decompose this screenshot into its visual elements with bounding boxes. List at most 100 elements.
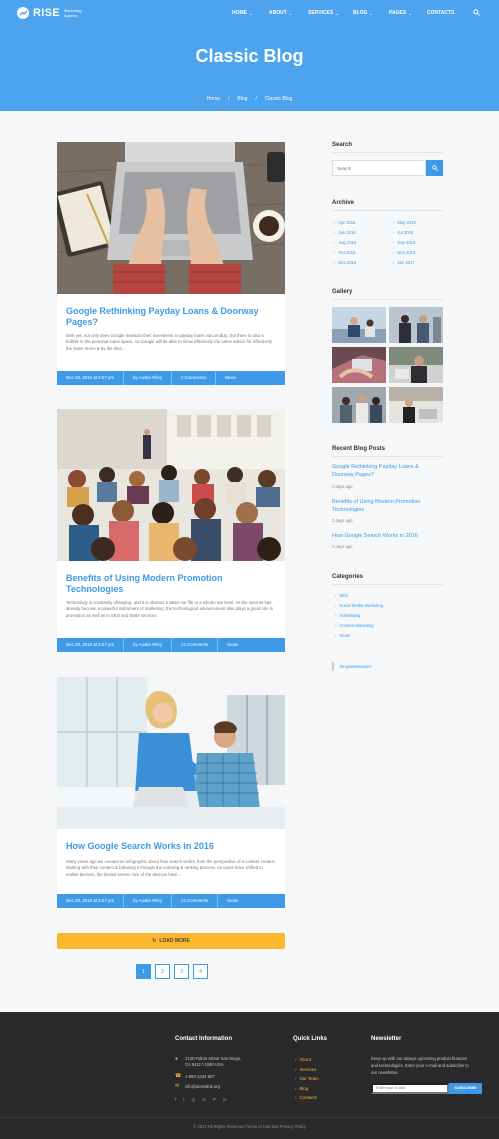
category-link[interactable]: SEO <box>335 593 348 598</box>
archive-link[interactable]: Sep 2016 <box>393 240 415 245</box>
footer-divider <box>0 1117 499 1118</box>
search-icon[interactable] <box>473 9 480 18</box>
breadcrumb-current: Classic Blog <box>264 96 293 102</box>
quick-link[interactable]: Our Team <box>299 1076 318 1081</box>
nav-label: SERVICES <box>308 10 334 16</box>
gallery-thumbnail[interactable] <box>389 347 443 383</box>
archive-link[interactable]: Aug 2016 <box>334 240 356 245</box>
google-plus-icon[interactable]: G <box>202 1097 206 1103</box>
quick-link[interactable]: Contacts <box>299 1095 316 1100</box>
recent-post-link[interactable]: Benefits of Using Modern Promotion Techn… <box>332 499 442 514</box>
nav-item-contacts[interactable]: CONTACTS <box>427 10 454 16</box>
archive-link[interactable]: Oct 2016 <box>334 250 355 255</box>
site-footer <box>0 1012 499 1139</box>
copyright-text: © 2017 All Rights Reserved Terms of Use … <box>193 1124 306 1129</box>
nav-item-services[interactable]: SERVICES ⌄ <box>308 10 353 16</box>
category-link[interactable]: Advertising <box>335 613 360 618</box>
quick-link[interactable]: Services <box>299 1067 316 1072</box>
search-button[interactable] <box>426 160 443 176</box>
archive-link[interactable]: Dec 2016 <box>334 260 356 265</box>
quick-link[interactable]: Blog <box>299 1086 308 1091</box>
gallery-thumbnail[interactable] <box>332 387 386 423</box>
post-meta-bar: Dec 28, 2016 at 5:57 pm by Austin Riley … <box>57 894 285 908</box>
instagram-icon[interactable]: ◎ <box>192 1097 196 1103</box>
category-link[interactable]: Content Marketing <box>335 623 373 628</box>
post-category[interactable]: News <box>216 371 245 385</box>
subscribe-button[interactable]: SUBSCRIBE <box>449 1083 482 1094</box>
page-button-3[interactable]: 3 <box>174 964 189 979</box>
archive-link[interactable]: Nov 2016 <box>393 250 415 255</box>
chevron-down-icon: ⌄ <box>288 10 293 16</box>
archive-link[interactable]: Jan 2017 <box>393 260 414 265</box>
page-button-4[interactable]: 4 <box>193 964 208 979</box>
gallery-thumbnail[interactable] <box>389 387 443 423</box>
nav-item-home[interactable]: HOME ⌄ <box>232 10 269 16</box>
sidebar-heading-gallery: Gallery <box>332 289 353 295</box>
post-image-audience[interactable] <box>57 409 285 561</box>
divider <box>332 210 443 211</box>
gallery-thumbnail[interactable] <box>332 307 386 343</box>
post-author[interactable]: by Austin Riley <box>124 894 172 908</box>
post-title[interactable]: Benefits of Using Modern Promotion Techn… <box>57 573 285 595</box>
newsletter-email-input[interactable] <box>371 1083 449 1094</box>
chevron-down-icon: ⌄ <box>249 10 253 16</box>
breadcrumb-separator: / <box>228 96 230 102</box>
post-author[interactable]: by Austin Riley <box>124 638 172 652</box>
post-category[interactable]: News <box>218 894 247 908</box>
post-author[interactable]: by Austin Riley <box>124 371 172 385</box>
nav-label: PAGES <box>389 10 407 16</box>
post-title[interactable]: Google Rethinking Payday Loans & Doorway… <box>57 306 285 328</box>
archive-link[interactable]: May 2016 <box>393 220 415 225</box>
search-input[interactable] <box>332 160 426 176</box>
contact-phone[interactable]: 1-800-1234-567 <box>185 1074 215 1080</box>
gallery-thumbnail[interactable] <box>389 307 443 343</box>
post-comments[interactable]: 12 Comments <box>172 894 219 908</box>
load-more-button[interactable]: ↻ LOAD MORE <box>57 933 285 949</box>
nav-item-blog[interactable]: BLOG ⌄ <box>353 10 389 16</box>
newsletter-text-line1: Keep up with our always upcoming product… <box>371 1056 468 1061</box>
nav-item-pages[interactable]: PAGES ⌄ <box>389 10 427 16</box>
divider <box>332 152 443 153</box>
category-link[interactable]: News <box>335 633 349 638</box>
category-link[interactable]: Social Media Marketing <box>335 603 383 608</box>
page-button-2[interactable]: 2 <box>155 964 170 979</box>
post-comments[interactable]: 2 Comments <box>172 371 216 385</box>
facebook-icon[interactable]: f <box>175 1097 176 1103</box>
phone-icon: ☎ <box>175 1073 182 1079</box>
recent-post-date: 2 days ago <box>332 518 353 523</box>
sidebar-heading-search: Search <box>332 142 353 148</box>
archive-link[interactable]: Jul 2016 <box>393 230 413 235</box>
archive-link[interactable]: Jun 2016 <box>334 230 355 235</box>
contact-email[interactable]: info@demolink.org <box>185 1084 220 1090</box>
linkedin-icon[interactable]: in <box>223 1097 227 1103</box>
logo-mark-icon <box>17 7 29 19</box>
load-more-label: LOAD MORE <box>159 938 190 944</box>
logo[interactable]: RISE Marketing Agency <box>17 7 90 19</box>
pinterest-icon[interactable]: P <box>213 1097 216 1103</box>
post-image-laptop[interactable] <box>57 142 285 294</box>
breadcrumb-home[interactable]: Home <box>207 96 220 102</box>
page-button-1[interactable]: 1 <box>136 964 151 979</box>
post-date: Dec 28, 2016 at 5:57 pm <box>57 371 125 385</box>
nav-item-about[interactable]: ABOUT ⌄ <box>269 10 308 16</box>
post-comments[interactable]: 12 Comments <box>172 638 219 652</box>
post-image-teamwork[interactable] <box>57 677 285 829</box>
twitter-icon[interactable]: t <box>183 1097 184 1103</box>
recent-post-link[interactable]: How Google Search Works in 2016 <box>332 533 442 541</box>
breadcrumb-blog[interactable]: Blog <box>237 96 247 102</box>
main-nav: HOME ⌄ ABOUT ⌄ SERVICES ⌄ BLOG ⌄ PAGES ⌄ CONT… <box>232 10 454 16</box>
post-date: Dec 28, 2016 at 5:57 pm <box>57 638 125 652</box>
newsletter-text-line3: our newsletter. <box>371 1070 399 1075</box>
templatemonster-link[interactable]: TemplateMonster <box>332 662 443 671</box>
recent-post-link[interactable]: Google Rethinking Payday Loans & Doorway… <box>332 464 442 479</box>
recent-post-date: 2 days ago <box>332 484 353 489</box>
divider <box>332 456 443 457</box>
post-category[interactable]: News <box>218 638 247 652</box>
chevron-down-icon: ⌄ <box>335 10 339 16</box>
breadcrumb: Home / Blog / Classic Blog <box>0 96 499 102</box>
sidebar-heading-categories: Categories <box>332 574 364 580</box>
archive-link[interactable]: Apr 2016 <box>334 220 355 225</box>
post-title[interactable]: How Google Search Works in 2016 <box>57 841 285 852</box>
quick-link[interactable]: About <box>299 1057 310 1062</box>
gallery-thumbnail[interactable] <box>332 347 386 383</box>
